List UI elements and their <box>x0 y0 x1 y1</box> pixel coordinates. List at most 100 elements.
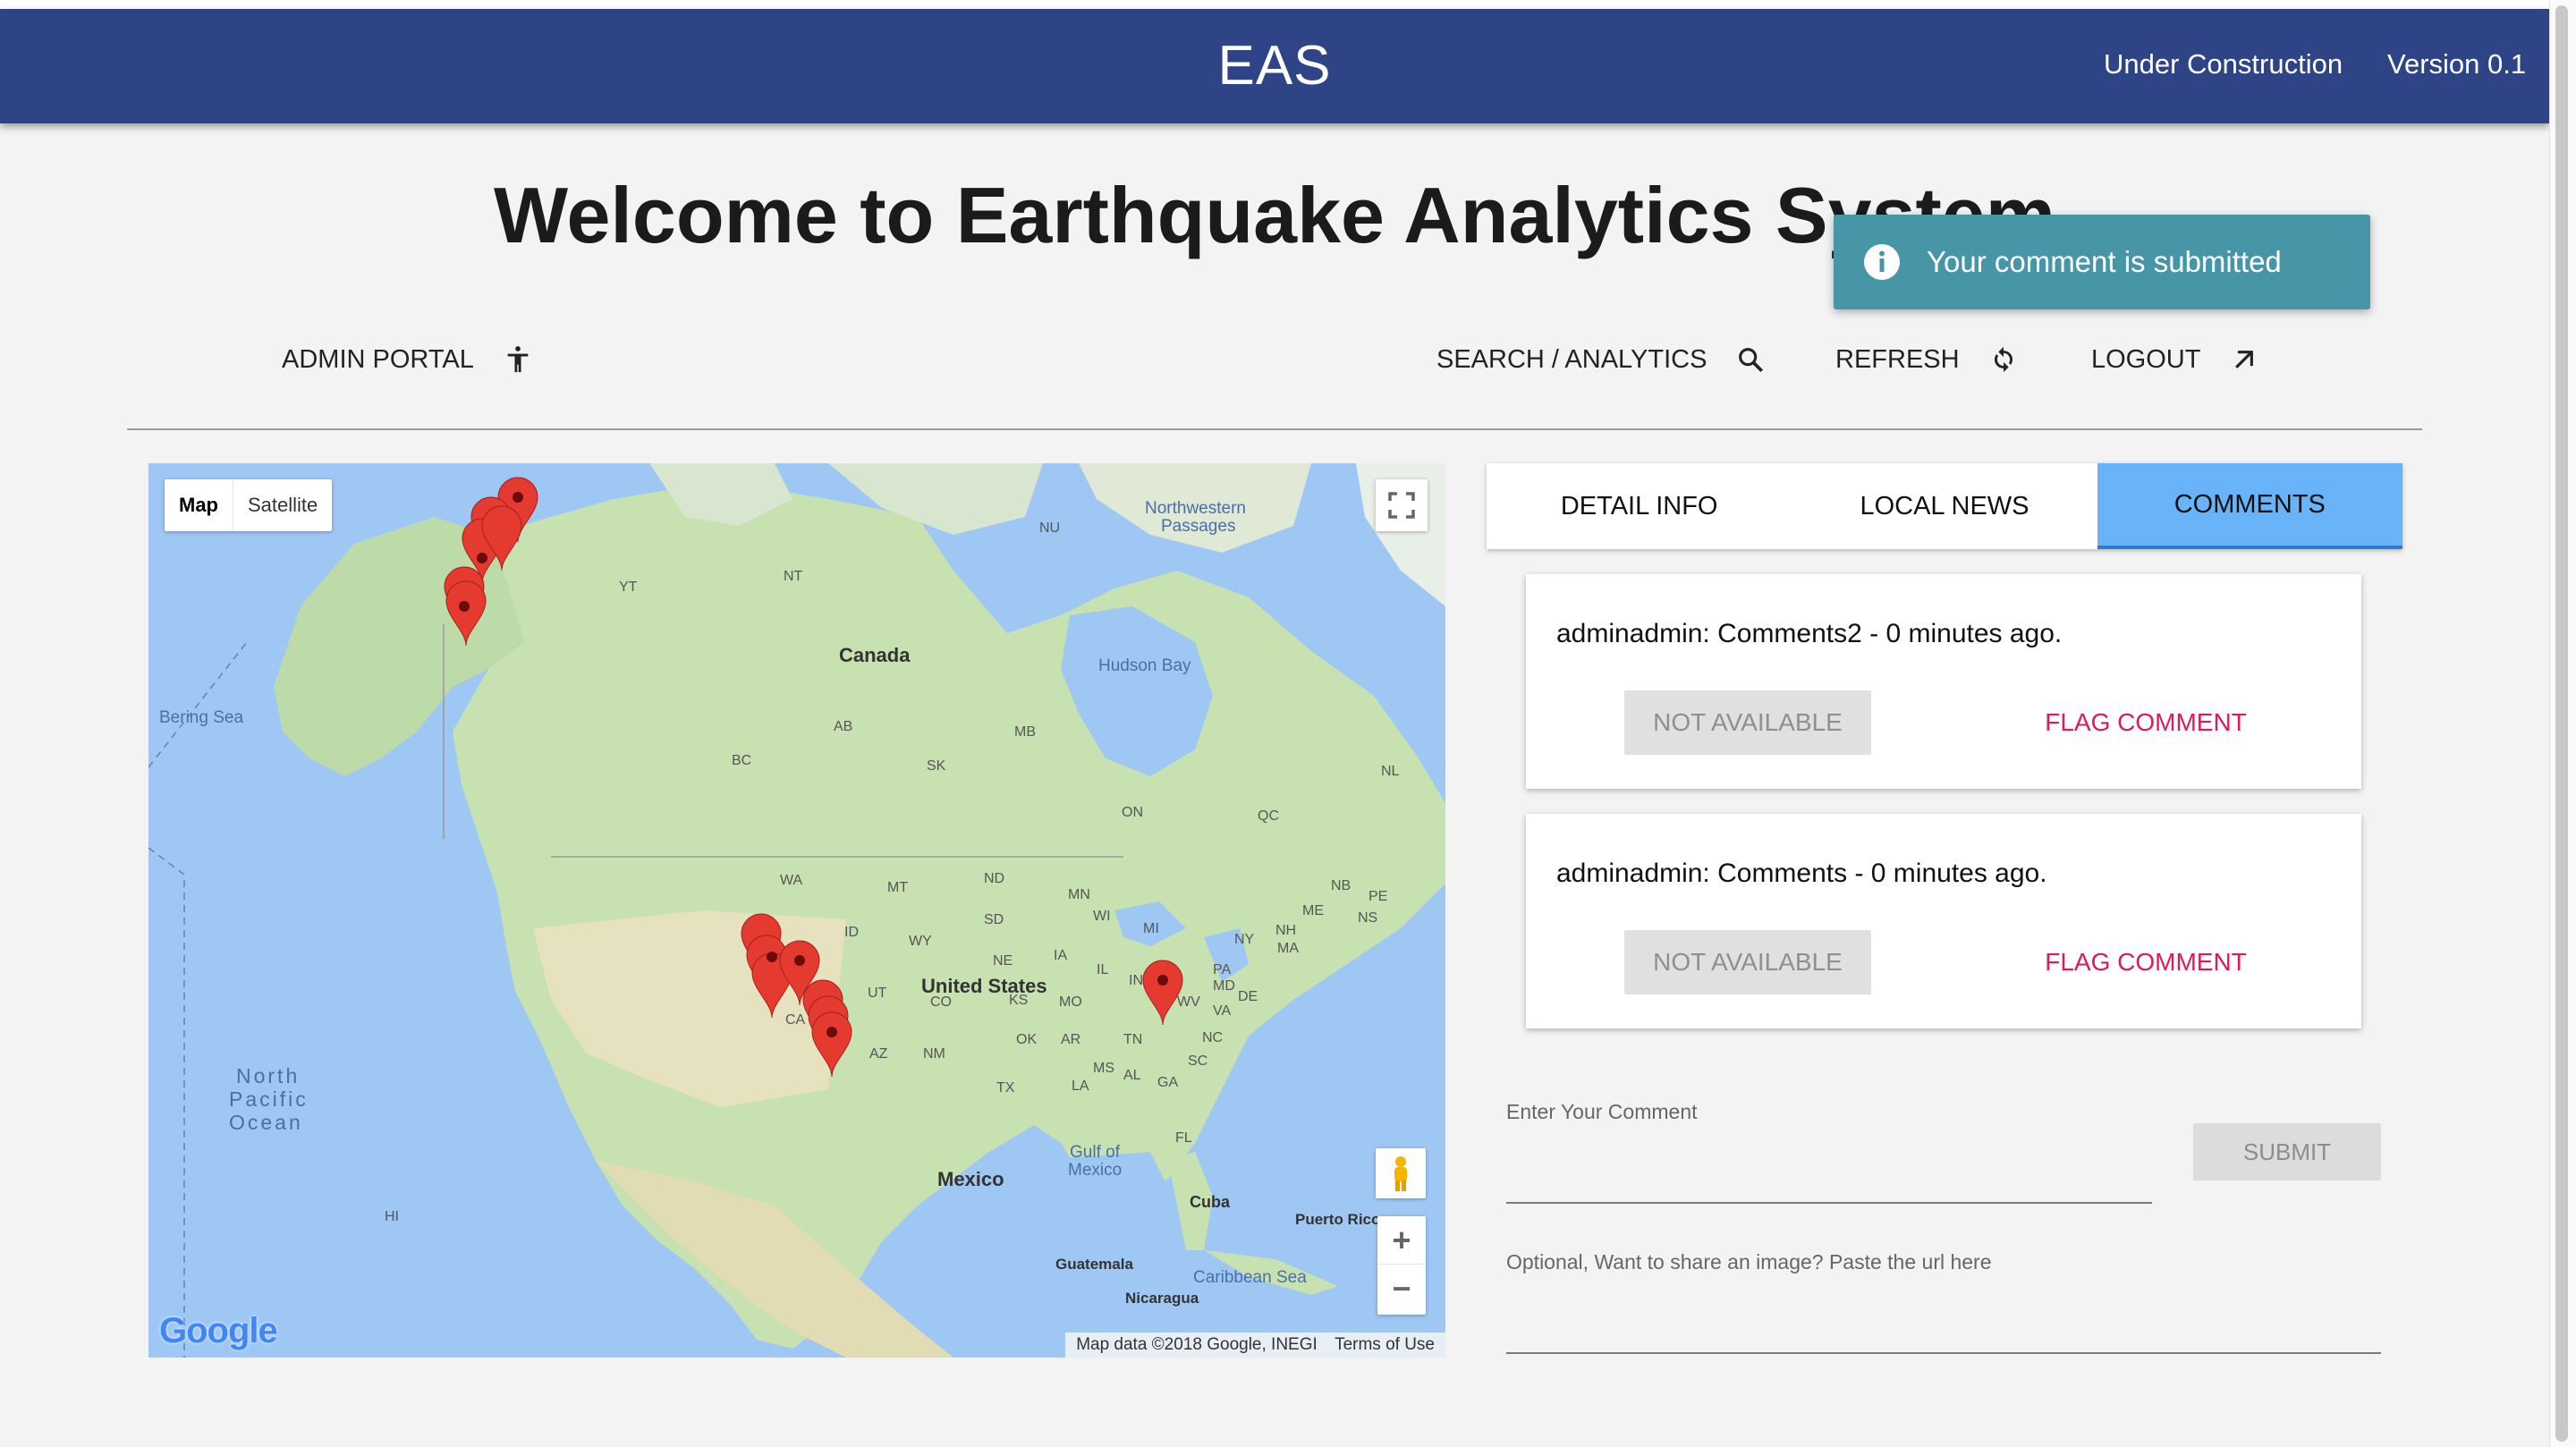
map-label-state: ND <box>984 871 1005 886</box>
map-label-nw-passages-1: Northwestern <box>1145 499 1246 518</box>
map-data-text: Map data ©2018 Google, INEGI <box>1076 1335 1318 1354</box>
map-label-pacific-1: North <box>236 1064 301 1087</box>
map-label-cuba: Cuba <box>1190 1193 1230 1211</box>
map-label-state: IA <box>1054 948 1068 963</box>
toast-notification: Your comment is submitted <box>1834 215 2370 309</box>
map-label-state: NB <box>1331 878 1352 893</box>
map-label-state: AR <box>1061 1032 1081 1047</box>
map-label-gulf-1: Gulf of <box>1070 1143 1120 1162</box>
terms-of-use-link[interactable]: Terms of Use <box>1335 1335 1435 1354</box>
header-link-version[interactable]: Version 0.1 <box>2387 48 2526 80</box>
divider <box>127 428 2422 430</box>
map-label-state: WA <box>780 873 803 888</box>
map-label-state: AZ <box>869 1046 888 1062</box>
map-label-state: NS <box>1358 910 1378 926</box>
comment-input-underline <box>1506 1202 2152 1204</box>
image-url-input[interactable] <box>1506 1288 2381 1336</box>
not-available-button[interactable]: NOT AVAILABLE <box>1624 930 1871 994</box>
zoom-out-button[interactable]: − <box>1377 1265 1426 1313</box>
map-label-state: WV <box>1177 994 1200 1010</box>
tab-comments[interactable]: COMMENTS <box>2097 463 2402 549</box>
map-type-satellite-button[interactable]: Satellite <box>233 479 332 531</box>
map-label-pacific-3: Ocean <box>229 1111 303 1134</box>
fullscreen-button[interactable] <box>1376 479 1428 531</box>
nav-search-analytics[interactable]: SEARCH / ANALYTICS <box>1436 344 1766 375</box>
map-label-state: IN <box>1129 973 1143 988</box>
map-label-state: MT <box>887 880 909 895</box>
tab-local-news[interactable]: LOCAL NEWS <box>1792 463 2097 549</box>
map-label-state: SC <box>1188 1054 1208 1069</box>
map-label-puerto-rico: Puerto Rico <box>1295 1211 1381 1228</box>
search-icon <box>1739 348 1764 373</box>
flag-comment-button[interactable]: FLAG COMMENT <box>2009 930 2283 994</box>
map-label-state: PE <box>1368 889 1388 904</box>
zoom-in-button[interactable]: + <box>1377 1216 1426 1265</box>
map-label-state: MN <box>1068 887 1090 902</box>
comment-input[interactable] <box>1506 1136 2152 1186</box>
map-label-hi: HI <box>385 1209 399 1224</box>
zoom-control: + − <box>1377 1216 1426 1315</box>
map-label-canada: Canada <box>839 644 911 666</box>
pegman-icon <box>1394 1156 1407 1191</box>
comment-text: adminadmin: Comments2 - 0 minutes ago. <box>1556 619 2063 648</box>
map-label-state: IL <box>1097 962 1109 977</box>
map-label-state: OK <box>1016 1032 1038 1047</box>
comment-card: adminadmin: Comments2 - 0 minutes ago. N… <box>1526 574 2361 789</box>
nav-logout[interactable]: LOGOUT <box>2091 344 2259 375</box>
image-url-field-label: Optional, Want to share an image? Paste … <box>1506 1250 1992 1274</box>
map-label-state: CO <box>930 994 952 1010</box>
map-label-caribbean: Caribbean Sea <box>1193 1268 1307 1287</box>
fullscreen-icon <box>1388 492 1415 519</box>
map-label-state: MO <box>1059 994 1082 1010</box>
map-label-nw-passages-2: Passages <box>1161 517 1236 536</box>
map-label-state: ME <box>1302 903 1324 918</box>
flag-comment-button[interactable]: FLAG COMMENT <box>2009 690 2283 755</box>
submit-button[interactable]: SUBMIT <box>2193 1123 2381 1180</box>
map-attribution: Map data ©2018 Google, INEGI Terms of Us… <box>1065 1333 1445 1358</box>
map-label-state: UT <box>868 986 887 1001</box>
tab-detail-info[interactable]: DETAIL INFO <box>1487 463 1792 549</box>
map-label-state: WY <box>909 934 932 949</box>
map-type-control: Map Satellite <box>165 479 333 531</box>
map-label-state: SD <box>984 912 1004 927</box>
map-terrain <box>148 463 1445 1358</box>
map-label-state: GA <box>1157 1075 1179 1090</box>
accessibility-icon <box>507 346 529 373</box>
map-label-state: YT <box>619 580 638 595</box>
map-label-state: TN <box>1123 1032 1143 1047</box>
nav-refresh[interactable]: REFRESH <box>1835 344 2019 375</box>
map-type-map-button[interactable]: Map <box>165 479 233 531</box>
scrollbar-thumb[interactable] <box>2555 5 2568 1442</box>
map-label-state: DE <box>1238 989 1258 1004</box>
app-header: EAS Under Construction Version 0.1 <box>0 9 2549 123</box>
comment-text: adminadmin: Comments - 0 minutes ago. <box>1556 859 2047 888</box>
nav-admin-label: ADMIN PORTAL <box>282 344 474 374</box>
map-label-state: WI <box>1093 909 1111 924</box>
map-label-nicaragua: Nicaragua <box>1125 1290 1199 1307</box>
image-url-underline <box>1506 1352 2381 1354</box>
not-available-button[interactable]: NOT AVAILABLE <box>1624 690 1871 755</box>
map-label-state: SK <box>927 758 946 774</box>
street-view-button[interactable] <box>1376 1148 1426 1198</box>
comment-card: adminadmin: Comments - 0 minutes ago. NO… <box>1526 814 2361 1028</box>
map-label-state: MI <box>1143 921 1159 936</box>
google-logo: Google <box>159 1311 278 1350</box>
map-label-state: MS <box>1093 1061 1114 1076</box>
nav-admin-portal[interactable]: ADMIN PORTAL <box>282 344 533 375</box>
map-label-state: TX <box>996 1080 1015 1096</box>
map-label-state: AL <box>1123 1068 1141 1083</box>
map-label-state: ID <box>844 925 859 940</box>
map-label-gulf-2: Mexico <box>1068 1161 1123 1180</box>
info-icon <box>1864 244 1900 280</box>
map-label-state: NE <box>993 953 1013 969</box>
map-label-state: MB <box>1014 724 1036 740</box>
refresh-icon <box>1994 346 2012 373</box>
header-link-under-construction[interactable]: Under Construction <box>2104 48 2343 80</box>
map-label-bering-sea: Bering Sea <box>159 708 244 727</box>
nav-logout-label: LOGOUT <box>2091 344 2201 374</box>
map-label-guatemala: Guatemala <box>1055 1256 1133 1273</box>
map-label-state: FL <box>1175 1130 1192 1146</box>
map-label-state: NL <box>1381 764 1400 779</box>
info-tabs: DETAIL INFO LOCAL NEWS COMMENTS <box>1487 463 2402 549</box>
earthquake-map[interactable]: Map Satellite Canada United States Mexic… <box>148 463 1445 1358</box>
